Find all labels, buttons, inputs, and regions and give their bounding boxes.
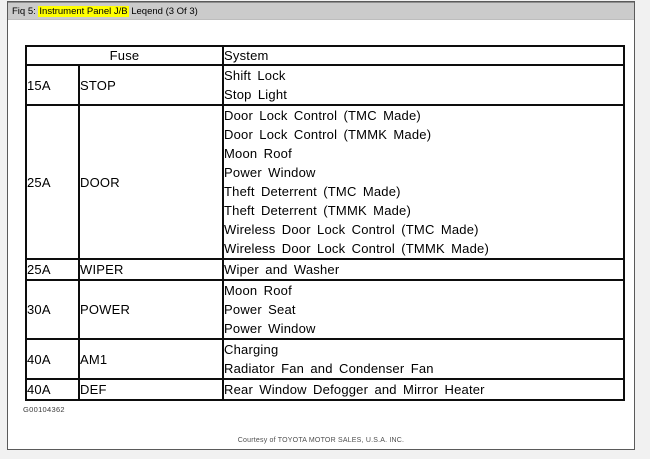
system-column-header: System (222, 45, 625, 66)
system-item: Power Window (224, 321, 316, 336)
fuse-amp-cell: 30A (25, 279, 80, 340)
system-item: Moon Roof (224, 146, 292, 161)
caption-prefix: Fiq 5: (12, 5, 39, 17)
system-item: Moon Roof (224, 283, 292, 298)
system-item: Theft Deterrent (TMMK Made) (224, 203, 412, 218)
fuse-column-header: Fuse (24, 45, 225, 66)
fuse-name-cell: STOP (77, 64, 225, 106)
system-item: Door Lock Control (TMMK Made) (224, 127, 432, 142)
fuse-name-cell: WIPER (77, 258, 225, 281)
table-row: 40A AM1 Charging Radiator Fan and Conden… (25, 338, 625, 380)
system-item: Stop Light (224, 87, 288, 102)
system-cell: Wiper and Washer (222, 258, 625, 281)
system-item: Theft Deterrent (TMC Made) (224, 184, 401, 199)
system-item: Door Lock Control (TMC Made) (224, 108, 421, 123)
figure-caption-bar: Fiq 5: Instrument Panel J/B Leqend (3 Of… (8, 2, 634, 20)
system-cell: Charging Radiator Fan and Condenser Fan (222, 338, 625, 380)
fuse-name-cell: DOOR (77, 104, 225, 260)
table-row: 30A POWER Moon Roof Power Seat Power Win… (25, 279, 625, 340)
system-cell: Shift Lock Stop Light (222, 64, 625, 106)
system-item: Rear Window Defogger and Mirror Heater (224, 382, 485, 397)
fuse-name-cell: DEF (77, 378, 225, 401)
fuse-name-cell: AM1 (77, 338, 225, 380)
system-item: Charging (224, 342, 279, 357)
fuse-amp-cell: 40A (25, 338, 80, 380)
system-cell: Rear Window Defogger and Mirror Heater (222, 378, 625, 401)
figure-id: G00104362 (23, 405, 65, 414)
courtesy-line: Courtesy of TOYOTA MOTOR SALES, U.S.A. I… (237, 437, 405, 444)
caption-search-highlight: Instrument Panel J/B (38, 5, 129, 17)
fuse-amp-cell: 40A (25, 378, 80, 401)
table-row: 15A STOP Shift Lock Stop Light (25, 64, 625, 106)
table-row: 25A DOOR Door Lock Control (TMC Made) Do… (25, 104, 625, 260)
system-item: Radiator Fan and Condenser Fan (224, 361, 434, 376)
fuse-amp-cell: 25A (25, 104, 80, 260)
fuse-amp-cell: 25A (25, 258, 80, 281)
fuse-name-cell: POWER (77, 279, 225, 340)
system-item: Wiper and Washer (224, 262, 340, 277)
system-item: Shift Lock (224, 68, 286, 83)
system-item: Power Seat (224, 302, 296, 317)
viewer-window: Fiq 5: Instrument Panel J/B Leqend (3 Of… (7, 1, 635, 450)
table-row: 40A DEF Rear Window Defogger and Mirror … (25, 378, 625, 401)
fuse-legend-table: Fuse System 15A STOP Shift Lock Stop Lig… (24, 45, 625, 401)
fuse-amp-cell: 15A (25, 64, 80, 106)
system-cell: Moon Roof Power Seat Power Window (222, 279, 625, 340)
system-item: Wireless Door Lock Control (TMMK Made) (224, 241, 490, 256)
caption-suffix: Leqend (3 Of 3) (128, 5, 198, 17)
system-cell: Door Lock Control (TMC Made) Door Lock C… (222, 104, 625, 260)
table-header-row: Fuse System (24, 45, 625, 66)
system-item: Power Window (224, 165, 316, 180)
system-item: Wireless Door Lock Control (TMC Made) (224, 222, 479, 237)
table-row: 25A WIPER Wiper and Washer (25, 258, 625, 281)
